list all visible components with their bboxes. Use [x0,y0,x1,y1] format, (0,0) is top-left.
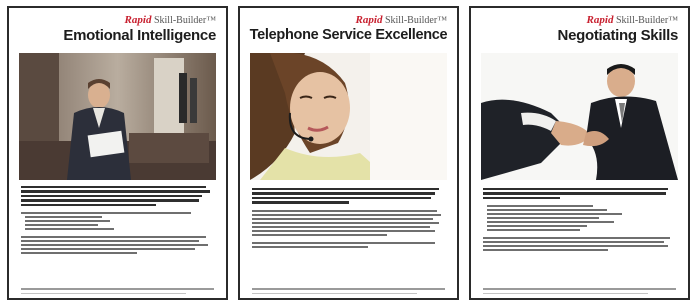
body-text [21,186,214,256]
card-title: Negotiating Skills [557,27,679,44]
brand-script: Rapid [124,14,152,26]
cover-photo-headset-agent [250,53,447,180]
booklet-card-negotiating-skills[interactable]: Rapid Skill-Builder™ Negotiating Skills [469,6,690,300]
body-text [252,188,445,250]
brand-name: Skill-Builder [153,15,207,26]
footer-line [252,292,417,294]
footer-line [483,288,676,290]
cover-photo-businessman [19,53,216,180]
brand-logo: Rapid Skill-Builder™ [124,14,216,26]
footer-line [252,288,445,290]
brand-script: Rapid [586,14,614,26]
cover-photo-handshake [481,53,678,180]
footer-line [21,292,186,294]
brand-logo: Rapid Skill-Builder™ [355,14,447,26]
booklet-card-emotional-intelligence[interactable]: Rapid Skill-Builder™ Emotional Intellige… [7,6,228,300]
card-title: Telephone Service Excellence [249,27,448,43]
card-title: Emotional Intelligence [63,27,216,44]
booklet-card-telephone-service[interactable]: Rapid Skill-Builder™ Telephone Service E… [238,6,459,300]
body-text [483,188,676,253]
footer-line [21,288,214,290]
brand-name: Skill-Builder [615,15,669,26]
brand-name: Skill-Builder [384,15,438,26]
brand-logo: Rapid Skill-Builder™ [586,14,678,26]
footer-line [483,292,648,294]
brand-script: Rapid [355,14,383,26]
